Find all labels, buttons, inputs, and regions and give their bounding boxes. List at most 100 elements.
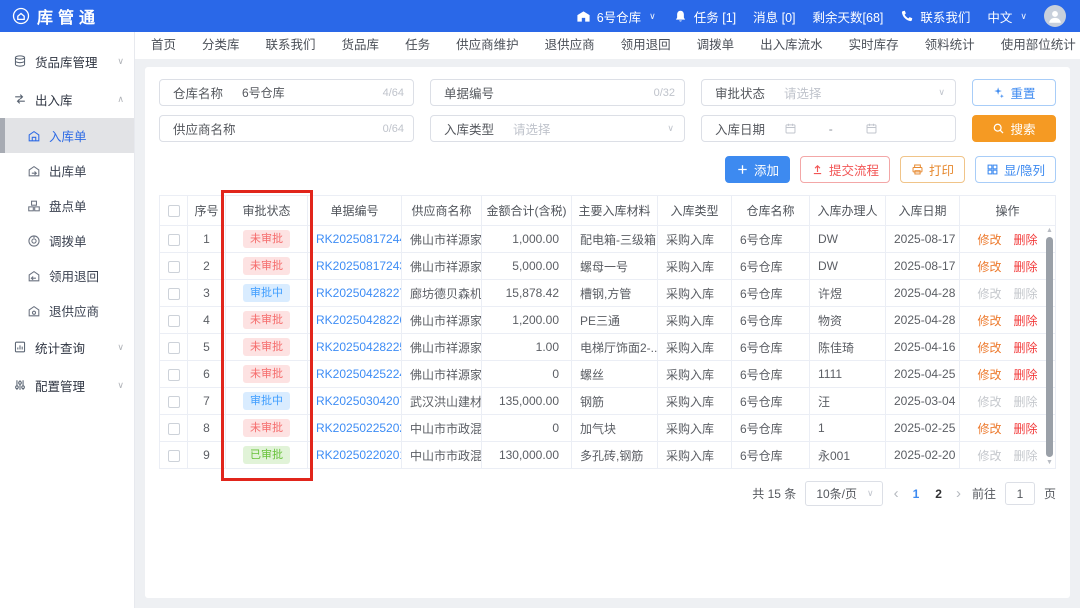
- doc-no-link[interactable]: RK20250428225: [316, 340, 402, 354]
- doc-no-link[interactable]: RK20250428226: [316, 313, 402, 327]
- sidebar-group-出入库[interactable]: 出入库∧: [0, 80, 134, 118]
- table-row: 1未审批RK20250817244佛山市祥源家...1,000.00配电箱-三级…: [160, 226, 1056, 253]
- edit-link[interactable]: 修改: [977, 233, 1001, 247]
- row-checkbox[interactable]: [168, 396, 180, 408]
- status-badge: 未审批: [243, 365, 290, 383]
- sidebar-group-label: 配置管理: [35, 376, 109, 395]
- doc-no-link[interactable]: RK20250225202: [316, 421, 402, 435]
- approval-status-select[interactable]: 请选择: [784, 83, 938, 102]
- operations-cell: 修改删除: [960, 334, 1056, 361]
- scroll-down-icon[interactable]: ▼: [1046, 459, 1053, 467]
- page-number-1[interactable]: 1: [910, 487, 923, 501]
- add-button[interactable]: 添加: [725, 156, 790, 183]
- tab-退供应商[interactable]: 退供应商: [532, 32, 608, 59]
- doc-no-link[interactable]: RK20250428227: [316, 286, 402, 300]
- delete-link[interactable]: 删除: [1014, 314, 1038, 328]
- warehouse-switcher[interactable]: 6号仓库 ∨: [576, 7, 656, 26]
- delete-link[interactable]: 删除: [1014, 341, 1038, 355]
- doc-no-link[interactable]: RK20250220201: [316, 448, 402, 462]
- sidebar-item-入库单[interactable]: 入库单: [0, 118, 134, 153]
- tab-任务[interactable]: 任务: [392, 32, 443, 59]
- row-checkbox[interactable]: [168, 261, 180, 273]
- sidebar-group-货品库管理[interactable]: 货品库管理∨: [0, 42, 134, 80]
- reset-button[interactable]: 重置: [972, 79, 1056, 106]
- handler-cell: DW: [810, 253, 886, 280]
- edit-link[interactable]: 修改: [977, 341, 1001, 355]
- row-index-cell: 7: [188, 388, 226, 415]
- page-number-2[interactable]: 2: [932, 487, 945, 501]
- tab-供应商维护[interactable]: 供应商维护: [443, 32, 532, 59]
- prev-page-button[interactable]: ‹: [892, 486, 901, 501]
- delete-link[interactable]: 删除: [1014, 422, 1038, 436]
- supplier-cell: 中山市市政混...: [402, 415, 482, 442]
- sidebar-item-调拨单[interactable]: 调拨单: [0, 223, 134, 258]
- doc-no-link[interactable]: RK20250425224: [316, 367, 402, 381]
- tab-出入库流水[interactable]: 出入库流水: [747, 32, 836, 59]
- tab-实时库存[interactable]: 实时库存: [836, 32, 912, 59]
- upload-icon: [811, 163, 824, 176]
- print-button[interactable]: 打印: [900, 156, 965, 183]
- inbound-type-select[interactable]: 请选择: [513, 119, 667, 138]
- row-checkbox[interactable]: [168, 288, 180, 300]
- sidebar-item-label: 盘点单: [49, 196, 87, 215]
- submit-flow-button[interactable]: 提交流程: [800, 156, 890, 183]
- table-row: 7审批中RK20250304207武汉洪山建材...135,000.00钢筋采购…: [160, 388, 1056, 415]
- select-all-checkbox[interactable]: [168, 205, 180, 217]
- warehouse-name-input[interactable]: [242, 86, 374, 100]
- delete-link[interactable]: 删除: [1014, 368, 1038, 382]
- handler-cell: 1: [810, 415, 886, 442]
- date-range-picker[interactable]: -: [784, 122, 955, 136]
- doc-no-input[interactable]: [513, 86, 645, 100]
- tab-领料统计[interactable]: 领料统计: [912, 32, 988, 59]
- table-scrollbar[interactable]: ▲ ▼: [1045, 227, 1054, 467]
- sidebar-group-配置管理[interactable]: 配置管理∨: [0, 366, 134, 404]
- row-checkbox[interactable]: [168, 234, 180, 246]
- edit-link[interactable]: 修改: [977, 260, 1001, 274]
- char-counter: 4/64: [374, 87, 413, 99]
- search-button[interactable]: 搜索: [972, 115, 1056, 142]
- edit-link[interactable]: 修改: [977, 314, 1001, 328]
- goto-page-input[interactable]: [1005, 482, 1035, 505]
- sidebar-group-统计查询[interactable]: 统计查询∨: [0, 328, 134, 366]
- supplier-name-input[interactable]: [242, 122, 374, 136]
- sidebar-item-领用退回[interactable]: 领用退回: [0, 258, 134, 293]
- table-body: 1未审批RK20250817244佛山市祥源家...1,000.00配电箱-三级…: [160, 226, 1056, 469]
- edit-link[interactable]: 修改: [977, 422, 1001, 436]
- delete-link[interactable]: 删除: [1014, 260, 1038, 274]
- avatar[interactable]: [1044, 5, 1066, 27]
- row-checkbox[interactable]: [168, 342, 180, 354]
- tab-分类库[interactable]: 分类库: [189, 32, 253, 59]
- orders-table-wrap: 序号审批状态单据编号供应商名称金额合计(含税)主要入库材料入库类型仓库名称入库办…: [159, 195, 1056, 469]
- next-page-button[interactable]: ›: [954, 486, 963, 501]
- sidebar-item-退供应商[interactable]: 退供应商: [0, 293, 134, 328]
- tab-首页[interactable]: 首页: [138, 32, 189, 59]
- doc-no-link[interactable]: RK20250817243: [316, 259, 402, 273]
- supplier-cell: 中山市市政混...: [402, 442, 482, 469]
- sidebar-item-出库单[interactable]: 出库单: [0, 153, 134, 188]
- tab-使用部位统计[interactable]: 使用部位统计: [988, 32, 1080, 59]
- edit-link[interactable]: 修改: [977, 368, 1001, 382]
- sidebar-item-盘点单[interactable]: 盘点单: [0, 188, 134, 223]
- toggle-columns-button[interactable]: 显/隐列: [975, 156, 1056, 183]
- tasks-link[interactable]: 任务 [1]: [673, 7, 736, 26]
- row-checkbox[interactable]: [168, 450, 180, 462]
- scroll-up-icon[interactable]: ▲: [1046, 227, 1053, 235]
- scrollbar-thumb[interactable]: [1046, 237, 1053, 457]
- tab-调拨单[interactable]: 调拨单: [684, 32, 748, 59]
- row-checkbox[interactable]: [168, 423, 180, 435]
- messages-link[interactable]: 消息 [0]: [753, 7, 795, 26]
- contact-link[interactable]: 联系我们: [900, 7, 970, 26]
- delete-link[interactable]: 删除: [1014, 233, 1038, 247]
- doc-no-link[interactable]: RK20250817244: [316, 232, 402, 246]
- approval-status-field: 审批状态 请选择 ∨: [701, 79, 956, 106]
- tab-联系我们[interactable]: 联系我们: [253, 32, 329, 59]
- row-index-cell: 4: [188, 307, 226, 334]
- tab-领用退回[interactable]: 领用退回: [608, 32, 684, 59]
- page-size-select[interactable]: 10条/页 ∨: [805, 481, 882, 506]
- row-checkbox[interactable]: [168, 369, 180, 381]
- doc-no-link[interactable]: RK20250304207: [316, 394, 402, 408]
- language-switcher[interactable]: 中文 ∨: [987, 7, 1027, 26]
- tab-货品库[interactable]: 货品库: [329, 32, 393, 59]
- row-checkbox[interactable]: [168, 315, 180, 327]
- sidebar-item-label: 入库单: [49, 126, 87, 145]
